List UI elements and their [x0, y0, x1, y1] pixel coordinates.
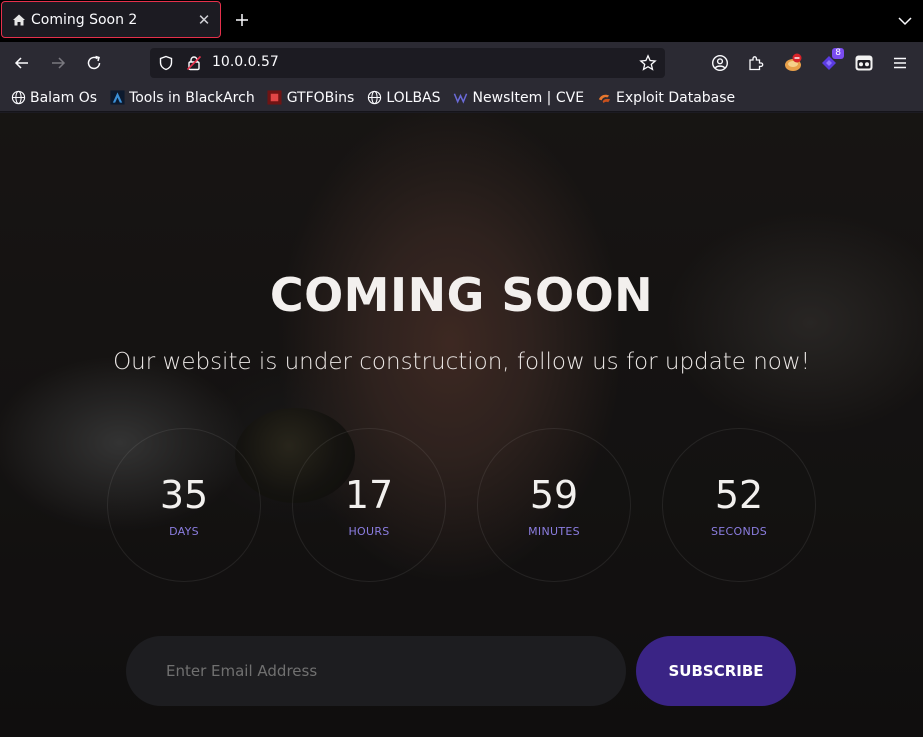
- house-icon: [11, 12, 27, 28]
- countdown-value: 52: [714, 473, 764, 517]
- menu-hamburger-icon[interactable]: [889, 52, 911, 74]
- extension-badge: 8: [832, 48, 844, 59]
- subscribe-button[interactable]: SUBSCRIBE: [636, 636, 796, 706]
- tab-bar: Coming Soon 2 ✕: [0, 0, 923, 42]
- countdown-unit: DAYS: [169, 525, 199, 538]
- bookmark-label: Exploit Database: [616, 89, 736, 106]
- bookmark-lolbas[interactable]: LOLBAS: [366, 89, 441, 106]
- countdown-value: 59: [529, 473, 579, 517]
- page-subtitle: Our website is under construction, follo…: [113, 349, 810, 375]
- insecure-lock-icon[interactable]: [186, 55, 202, 75]
- exploitdb-icon: [596, 90, 612, 106]
- bookmark-blackarch-tools[interactable]: Tools in BlackArch: [109, 90, 255, 106]
- reload-button[interactable]: [83, 52, 105, 74]
- forward-button[interactable]: [47, 52, 69, 74]
- countdown-days: 35 DAYS: [107, 428, 261, 582]
- countdown-minutes: 59 MINUTES: [477, 428, 631, 582]
- bookmark-exploit-db[interactable]: Exploit Database: [596, 90, 735, 106]
- account-icon[interactable]: [709, 52, 731, 74]
- bookmark-label: Balam Os: [30, 89, 98, 106]
- bookmark-gtfobins[interactable]: GTFOBins: [267, 89, 355, 106]
- countdown-value: 17: [344, 473, 394, 517]
- navigation-toolbar: 10.0.0.57 8: [0, 42, 923, 84]
- url-text[interactable]: 10.0.0.57: [212, 54, 279, 70]
- bookmark-balam-os[interactable]: Balam Os: [10, 90, 97, 106]
- new-tab-button[interactable]: [232, 10, 252, 30]
- bookmark-cve-news[interactable]: NewsItem | CVE: [453, 89, 585, 106]
- bookmark-label: Tools in BlackArch: [129, 89, 255, 106]
- extensions-puzzle-icon[interactable]: [745, 52, 767, 74]
- countdown-unit: HOURS: [348, 525, 390, 538]
- chevron-down-icon[interactable]: [897, 13, 913, 29]
- email-field[interactable]: [126, 636, 626, 706]
- blackarch-icon: [109, 90, 125, 106]
- bookmark-label: GTFOBins: [286, 89, 355, 106]
- bookmarks-toolbar: Balam Os Tools in BlackArch GTFOBins LOL…: [0, 84, 923, 112]
- coming-soon-page: COMING SOON Our website is under constru…: [0, 113, 923, 737]
- ublock-extension-icon[interactable]: [782, 52, 804, 74]
- tab-title: Coming Soon 2: [31, 11, 138, 28]
- countdown-unit: SECONDS: [710, 525, 768, 538]
- wappalyzer-extension-icon[interactable]: 8: [818, 48, 844, 74]
- star-icon[interactable]: [639, 54, 657, 76]
- address-bar[interactable]: 10.0.0.57: [150, 48, 665, 78]
- countdown-value: 35: [159, 473, 209, 517]
- cve-icon: [453, 90, 469, 106]
- countdown-unit: MINUTES: [528, 525, 580, 538]
- gtfobins-icon: [267, 90, 283, 106]
- bookmark-label: LOLBAS: [386, 89, 441, 106]
- back-button[interactable]: [11, 52, 33, 74]
- page-title: COMING SOON: [269, 268, 654, 322]
- tab-active[interactable]: Coming Soon 2 ✕: [1, 1, 221, 38]
- shield-icon[interactable]: [158, 55, 174, 75]
- globe-icon: [366, 90, 382, 106]
- bookmark-label: NewsItem | CVE: [472, 89, 585, 106]
- close-icon[interactable]: ✕: [196, 11, 212, 29]
- countdown-seconds: 52 SECONDS: [662, 428, 816, 582]
- globe-icon: [10, 90, 26, 106]
- cookie-editor-extension-icon[interactable]: [853, 52, 875, 74]
- countdown-hours: 17 HOURS: [292, 428, 446, 582]
